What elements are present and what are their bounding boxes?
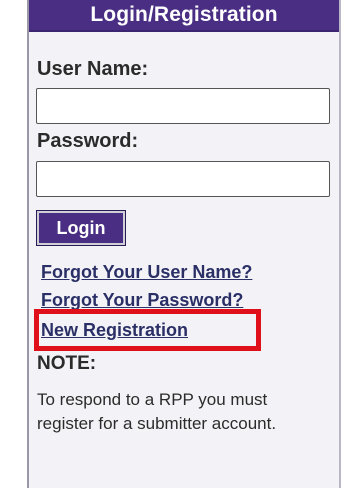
forgot-username-link[interactable]: Forgot Your User Name? <box>41 262 252 283</box>
note-label: NOTE: <box>37 353 97 374</box>
login-registration-panel: Login/Registration User Name: Password: … <box>27 0 341 488</box>
password-input[interactable] <box>36 161 330 197</box>
panel-title: Login/Registration <box>29 0 339 32</box>
login-button[interactable]: Login <box>36 210 126 246</box>
username-input[interactable] <box>36 88 330 124</box>
highlight-annotation-box <box>34 309 261 351</box>
username-label: User Name: <box>37 58 149 80</box>
note-text: To respond to a RPP you must register fo… <box>37 390 277 433</box>
password-label: Password: <box>37 130 139 152</box>
forgot-password-link[interactable]: Forgot Your Password? <box>41 290 243 311</box>
